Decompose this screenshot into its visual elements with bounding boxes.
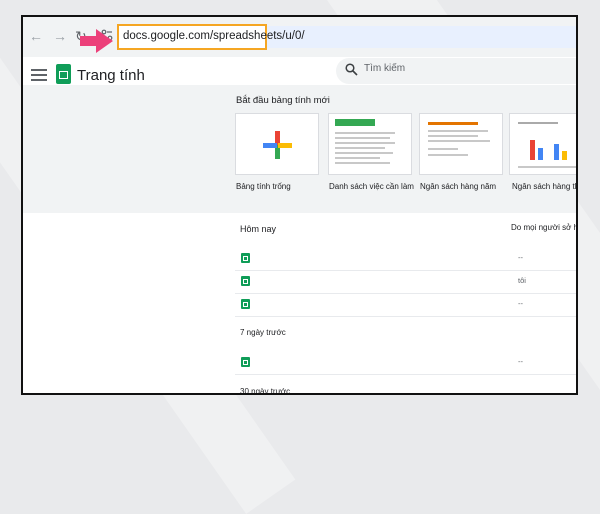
url-text: docs.google.com/spreadsheets/u/0/	[123, 30, 305, 42]
template-todo-list[interactable]	[328, 113, 412, 175]
sheets-file-icon	[241, 276, 250, 286]
template-gallery: Bắt đầu bảng tính mới Bảng tính trống Da…	[23, 85, 576, 213]
group-label-30-days: 30 ngày trước	[240, 387, 291, 395]
template-blank-label: Bảng tính trống	[236, 182, 291, 191]
template-annual-budget[interactable]	[419, 113, 503, 175]
file-owner: --	[518, 253, 523, 262]
template-todo-label: Danh sách việc cần làm	[329, 182, 414, 191]
template-section-title: Bắt đầu bảng tính mới	[236, 95, 330, 106]
sheets-file-icon	[241, 253, 250, 263]
template-blank[interactable]	[235, 113, 319, 175]
recent-files: Hôm nay Do mọi người sở hữu -- tôi -- 7 …	[23, 213, 576, 395]
owner-filter-dropdown[interactable]: Do mọi người sở hữu	[511, 223, 576, 232]
template-monthly-label: Ngân sách hàng thán	[512, 182, 576, 191]
search-bar[interactable]	[336, 58, 576, 84]
browser-toolbar: ← → ↻ docs.google.com/spreadsheets/u/0/	[23, 17, 576, 58]
file-row[interactable]: --	[235, 293, 576, 317]
address-bar[interactable]	[267, 26, 576, 48]
url-highlight-box[interactable]: docs.google.com/spreadsheets/u/0/	[117, 24, 305, 50]
search-input[interactable]	[364, 63, 576, 74]
sheets-logo-icon[interactable]	[56, 64, 71, 84]
forward-arrow-icon[interactable]: →	[53, 28, 67, 44]
browser-window: ← → ↻ docs.google.com/spreadsheets/u/0/ …	[21, 15, 578, 395]
template-annual-label: Ngân sách hàng năm	[420, 182, 497, 191]
search-icon[interactable]	[345, 63, 358, 76]
hamburger-menu-icon[interactable]	[31, 69, 47, 84]
group-label-7-days: 7 ngày trước	[240, 328, 286, 337]
today-group-label: Hôm nay	[240, 224, 277, 234]
file-row[interactable]: --	[235, 351, 576, 375]
file-owner: --	[518, 357, 523, 366]
sheets-file-icon	[241, 357, 250, 367]
back-arrow-icon[interactable]: ←	[29, 28, 43, 44]
file-owner: tôi	[518, 276, 526, 285]
app-title[interactable]: Trang tính	[77, 67, 145, 84]
file-row[interactable]: --	[235, 247, 576, 271]
pointer-arrow-icon	[80, 29, 113, 53]
file-owner: --	[518, 299, 523, 308]
plus-icon	[263, 131, 292, 159]
template-monthly-budget[interactable]	[509, 113, 576, 175]
sheets-file-icon	[241, 299, 250, 309]
file-row[interactable]: tôi	[235, 270, 576, 294]
